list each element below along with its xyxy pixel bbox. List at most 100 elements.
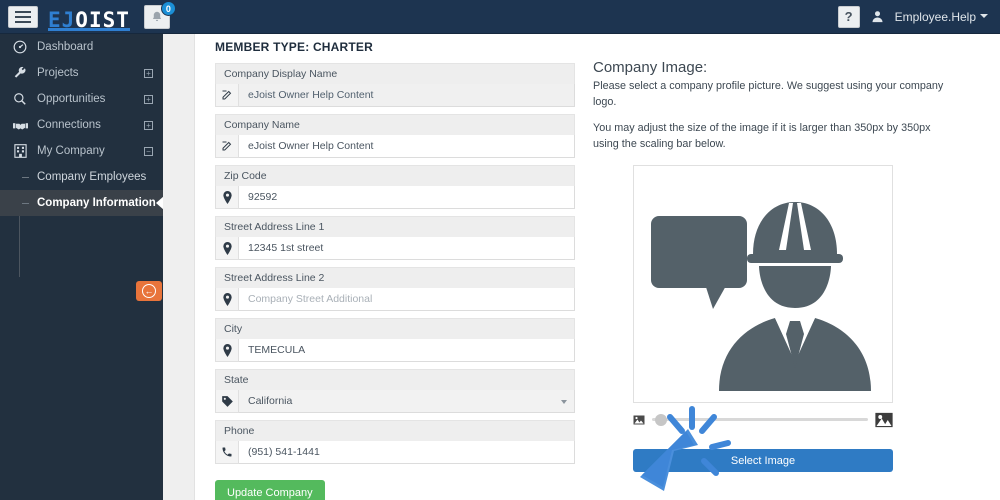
sidebar-expander-icon[interactable]: − <box>144 146 153 156</box>
user-icon[interactable] <box>870 9 885 24</box>
large-image-icon <box>875 412 893 427</box>
slider-thumb[interactable] <box>654 413 667 426</box>
field-street-address-line-1: Street Address Line 1 <box>215 216 575 260</box>
input-company-name[interactable] <box>239 135 575 158</box>
sidebar-item-projects[interactable]: Projects + <box>0 60 163 86</box>
field-zip-code: Zip Code <box>215 165 575 209</box>
field-row-state: California <box>215 390 575 413</box>
edit-icon <box>215 135 239 158</box>
update-company-button[interactable]: Update Company <box>215 480 325 500</box>
tree-branch-marker <box>22 202 29 204</box>
sidebar-item-label: My Company <box>37 145 105 157</box>
notification-badge: 0 <box>160 0 176 16</box>
select-image-button[interactable]: Select Image <box>633 449 893 472</box>
sidebar-expander-icon[interactable]: + <box>144 120 153 130</box>
field-street-address-line-2: Street Address Line 2 <box>215 267 575 311</box>
application-window: EJOIST 0 ? Employee.Help Dashboard Projec… <box>0 0 1000 500</box>
top-navigation-bar: EJOIST 0 ? Employee.Help <box>0 0 1000 34</box>
sidebar-expander-icon[interactable]: + <box>144 68 153 78</box>
field-label-city: City <box>215 318 575 339</box>
sidebar-subitem-label: Company Information <box>37 197 156 209</box>
hamburger-menu-icon[interactable] <box>8 5 38 28</box>
gauge-icon <box>10 40 30 54</box>
sidebar-item-label: Opportunities <box>37 93 106 105</box>
field-company-display-name: Company Display Name <box>215 63 575 107</box>
pin-icon <box>215 186 239 209</box>
phone-icon <box>215 441 239 464</box>
company-image-paragraph-1: Please select a company profile picture.… <box>593 80 944 108</box>
select-state[interactable]: California <box>239 390 575 413</box>
wrench-icon <box>10 66 30 80</box>
sidebar-item-label: Projects <box>37 67 79 79</box>
field-row-city <box>215 339 575 362</box>
edit-icon <box>215 84 239 107</box>
ejoist-logo[interactable]: EJOIST <box>48 4 130 31</box>
input-company-display-name[interactable] <box>239 84 575 107</box>
sidebar-collapse-button[interactable]: ← <box>136 281 162 301</box>
user-name-label: Employee.Help <box>894 9 976 24</box>
field-row-street-address-line-1 <box>215 237 575 260</box>
field-row-street-address-line-2 <box>215 288 575 311</box>
sidebar-subitem-company-employees[interactable]: Company Employees <box>0 164 163 190</box>
small-image-icon <box>633 415 645 425</box>
sidebar-sub-list: Company Employees Company Information <box>0 164 164 216</box>
construction-worker-with-speech-bubble-icon <box>651 202 871 392</box>
logo-underline <box>48 27 130 31</box>
company-image-preview[interactable] <box>633 164 893 403</box>
field-phone: Phone <box>215 420 575 464</box>
sidebar-item-connections[interactable]: Connections + <box>0 112 163 138</box>
field-row-zip-code <box>215 186 575 209</box>
magnifier-icon <box>10 92 30 106</box>
field-city: City <box>215 318 575 362</box>
tag-icon <box>215 390 239 413</box>
user-menu[interactable]: Employee.Help <box>895 8 988 26</box>
field-row-company-name <box>215 135 575 158</box>
sidebar-subitem-label: Company Employees <box>37 171 147 183</box>
chevron-down-icon <box>980 14 988 19</box>
sidebar-subitem-company-information[interactable]: Company Information <box>0 190 164 216</box>
slider-track[interactable] <box>652 413 868 426</box>
image-scale-slider[interactable] <box>633 412 893 428</box>
input-phone[interactable] <box>239 441 575 464</box>
field-row-company-display-name <box>215 84 575 107</box>
field-company-name: Company Name <box>215 114 575 158</box>
field-label-state: State <box>215 369 575 390</box>
input-city[interactable] <box>239 339 575 362</box>
company-image-title: Company Image: <box>593 59 708 76</box>
pin-icon <box>215 339 239 362</box>
input-zip-code[interactable] <box>239 186 575 209</box>
arrow-left-circle-icon: ← <box>142 284 156 298</box>
select-wrapper-state: California <box>239 390 575 413</box>
input-street-address-line-1[interactable] <box>239 237 575 260</box>
company-image-paragraph-2: You may adjust the size of the image if … <box>593 122 931 150</box>
member-type-heading: MEMBER TYPE: CHARTER <box>215 40 374 54</box>
field-state: State California <box>215 369 575 413</box>
content-gutter <box>163 34 195 500</box>
building-icon <box>10 144 30 158</box>
sidebar-item-dashboard[interactable]: Dashboard <box>0 34 163 60</box>
handshake-icon <box>10 119 30 132</box>
sidebar: Dashboard Projects + Opportunities + Connecti… <box>0 34 164 500</box>
field-row-phone <box>215 441 575 464</box>
sidebar-item-label: Connections <box>37 119 101 131</box>
pin-icon <box>215 288 239 311</box>
field-label-company-display-name: Company Display Name <box>215 63 575 84</box>
input-street-address-line-2[interactable] <box>239 288 575 311</box>
help-button[interactable]: ? <box>837 5 860 28</box>
main-content: MEMBER TYPE: CHARTER Company Display Nam… <box>195 34 1000 500</box>
company-image-panel: Company Image: Please select a company p… <box>593 59 953 472</box>
field-label-street-address-line-1: Street Address Line 1 <box>215 216 575 237</box>
field-label-phone: Phone <box>215 420 575 441</box>
sidebar-item-label: Dashboard <box>37 41 94 53</box>
field-label-street-address-line-2: Street Address Line 2 <box>215 267 575 288</box>
sidebar-expander-icon[interactable]: + <box>144 94 153 104</box>
sidebar-item-my-company[interactable]: My Company − <box>0 138 163 164</box>
sidebar-item-opportunities[interactable]: Opportunities + <box>0 86 163 112</box>
topbar-right-group: ? Employee.Help <box>837 5 988 28</box>
notifications-button[interactable]: 0 <box>143 0 176 29</box>
pin-icon <box>215 237 239 260</box>
field-label-company-name: Company Name <box>215 114 575 135</box>
company-information-form: Company Display Name Company Name Zip Code… <box>215 63 575 500</box>
tree-branch-marker <box>22 176 29 178</box>
field-label-zip-code: Zip Code <box>215 165 575 186</box>
